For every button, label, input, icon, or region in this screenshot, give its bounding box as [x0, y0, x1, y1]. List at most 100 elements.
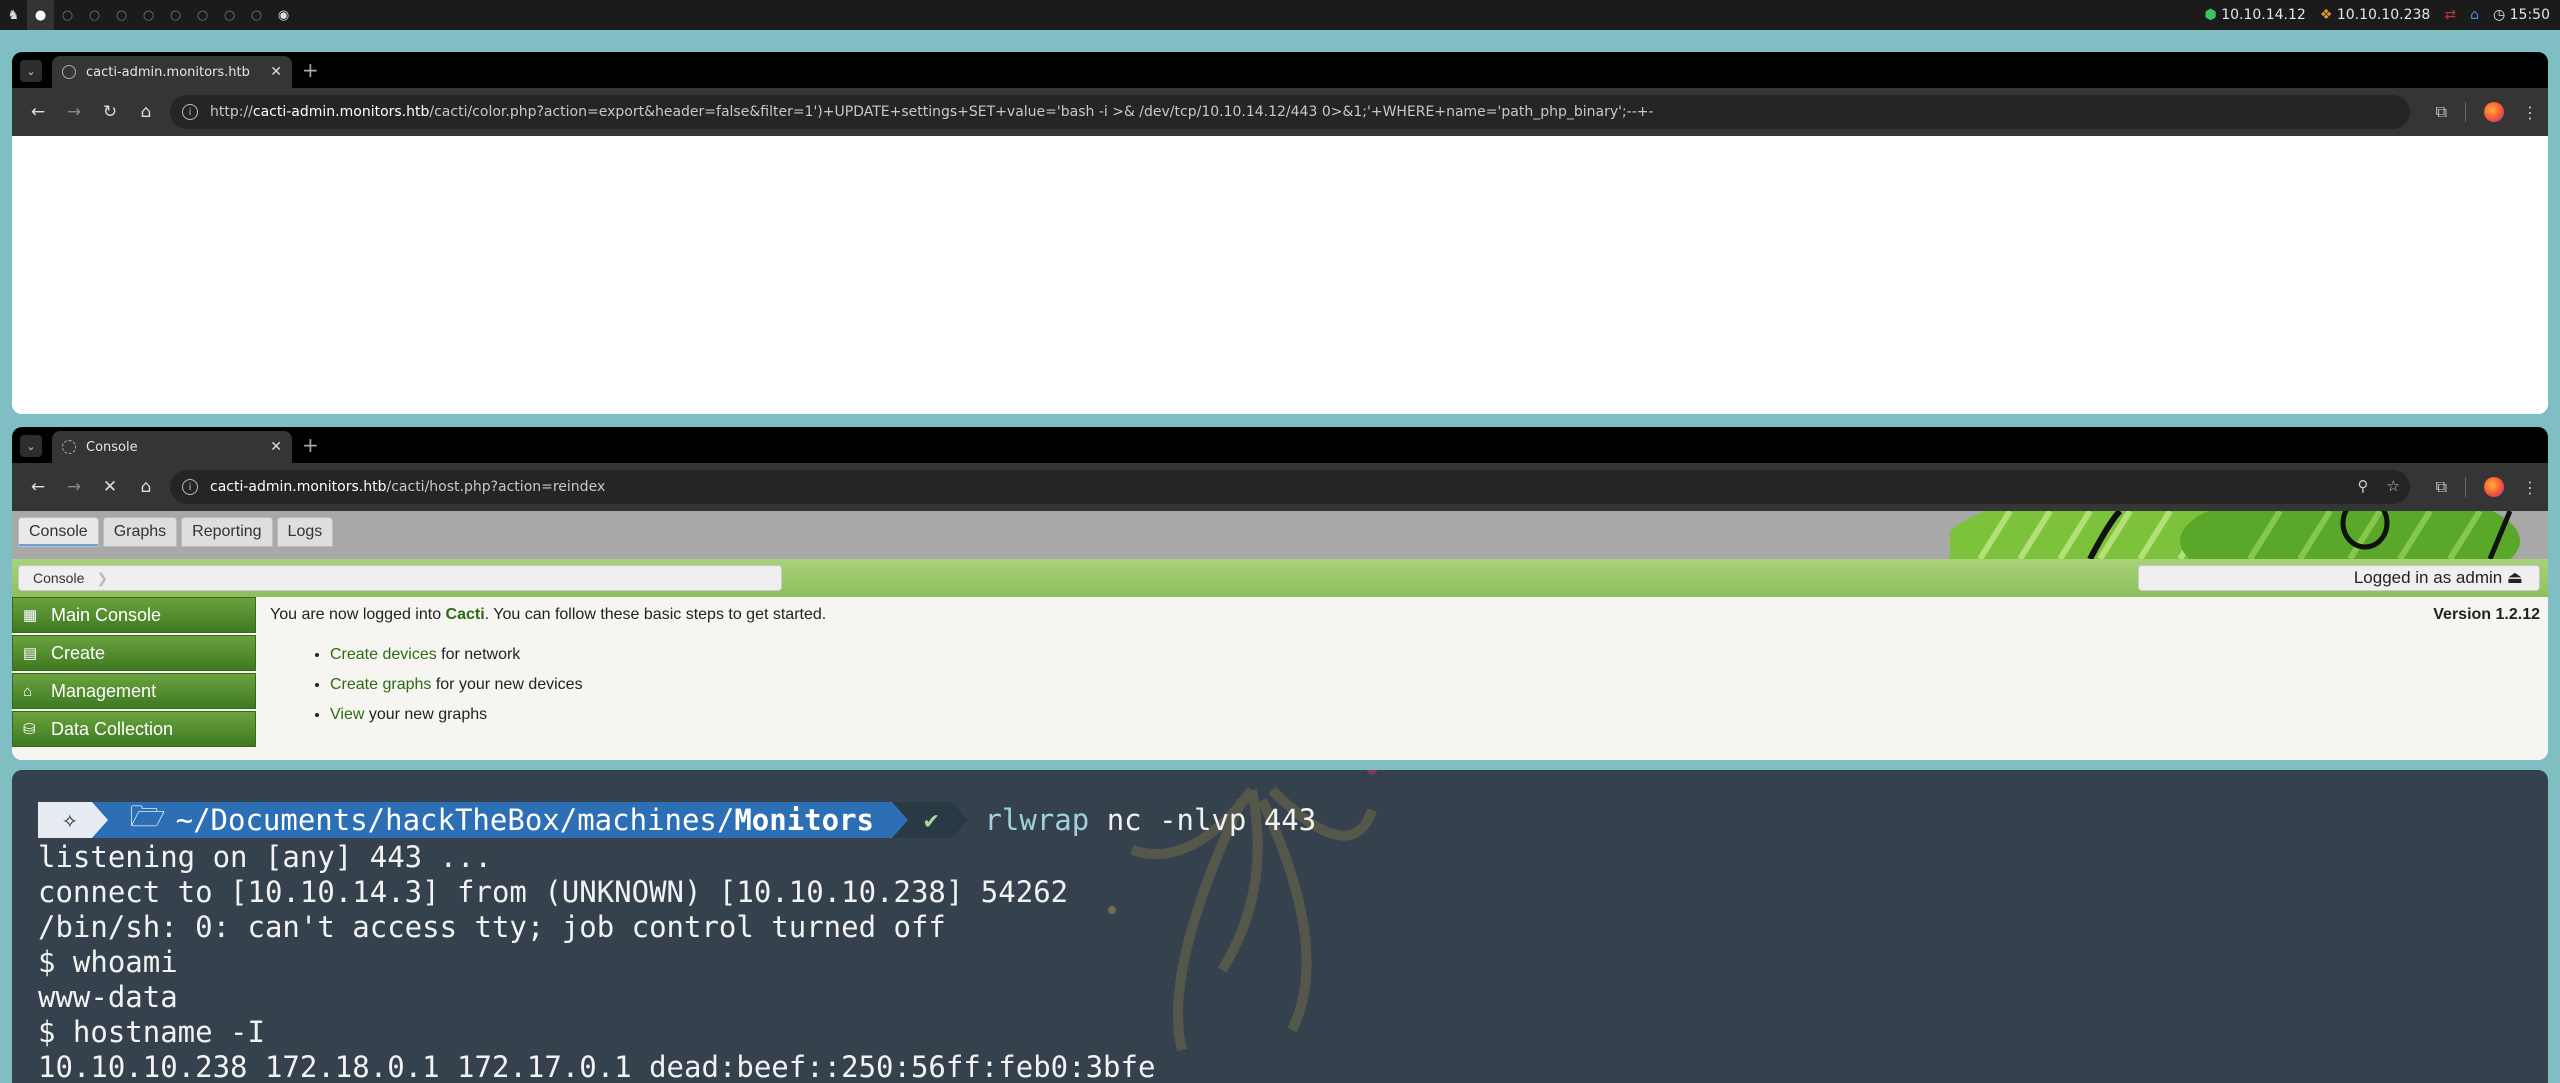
profile-icon[interactable] — [2484, 477, 2504, 497]
new-tab-icon[interactable]: + — [302, 433, 319, 457]
menu-dots-icon[interactable]: ⋮ — [2522, 478, 2538, 497]
prompt-arrow — [892, 802, 909, 838]
workspace-2[interactable]: ○ — [54, 0, 81, 30]
new-tab-icon[interactable]: + — [302, 58, 319, 82]
sidebar-item-data-collection[interactable]: ⛁ Data Collection — [12, 711, 256, 747]
workspace-switcher: ♞ ● ○ ○ ○ ○ ○ ○ ○ ○ ◉ — [0, 0, 297, 30]
tab-title: cacti-admin.monitors.htb — [86, 64, 250, 80]
browser-tab[interactable]: Console ✕ — [52, 431, 292, 463]
chevron-down-icon[interactable]: ⌄ — [20, 435, 42, 457]
home-button-icon[interactable]: ⌂ — [128, 94, 164, 130]
address-bar[interactable]: i http://cacti-admin.monitors.htb/cacti/… — [170, 95, 2410, 129]
address-bar[interactable]: i cacti-admin.monitors.htb/cacti/host.ph… — [170, 470, 2410, 504]
divider — [2465, 477, 2466, 497]
list-item: View your new graphs — [330, 706, 2540, 724]
sidebar-item-management[interactable]: ⌂ Management — [12, 673, 256, 709]
back-icon[interactable]: ← — [20, 94, 56, 130]
terminal-line: /bin/sh: 0: can't access tty; job contro… — [38, 910, 946, 944]
home-button-icon[interactable]: ⌂ — [128, 469, 164, 505]
stop-icon[interactable]: ✕ — [92, 469, 128, 505]
clock: ◷ 15:50 — [2492, 7, 2550, 23]
cacti-page: Console Graphs Reporting Logs Console ❯ L… — [12, 511, 2548, 760]
tab-reporting[interactable]: Reporting — [181, 517, 273, 547]
sidebar-item-create[interactable]: ▤ Create — [12, 635, 256, 671]
divider — [2465, 102, 2466, 122]
cacti-main: You are now logged into Cacti. You can f… — [270, 597, 2540, 736]
browser-window-exploit: ⌄ cacti-admin.monitors.htb ✕ + ← → ↻ ⌂ i… — [12, 52, 2548, 414]
browser-tab[interactable]: cacti-admin.monitors.htb ✕ — [52, 56, 292, 88]
workspace-3[interactable]: ○ — [81, 0, 108, 30]
site-info-icon[interactable]: i — [182, 479, 198, 495]
extensions-icon[interactable]: ⧉ — [2436, 477, 2447, 497]
tab-strip: ⌄ Console ✕ + — [12, 427, 2548, 463]
forward-icon[interactable]: → — [56, 94, 92, 130]
user-menu[interactable]: Logged in as admin ⏏ — [2138, 565, 2540, 591]
terminal-line: $ hostname -I — [38, 1015, 265, 1049]
tab-logs[interactable]: Logs — [276, 517, 334, 547]
breadcrumb[interactable]: Console ❯ — [18, 565, 782, 591]
folder-icon: 🗁 — [129, 798, 166, 833]
system-topbar: ♞ ● ○ ○ ○ ○ ○ ○ ○ ○ ◉ ⬢ 10.10.14.12 ❖ 10… — [0, 0, 2560, 30]
workspace-1[interactable]: ● — [27, 0, 54, 30]
workspace-7[interactable]: ○ — [189, 0, 216, 30]
workspace-10[interactable]: ◉ — [270, 0, 297, 30]
menu-icon[interactable]: ♞ — [0, 0, 27, 30]
cactus-logo — [1950, 511, 2520, 559]
cacti-tabs: Console Graphs Reporting Logs — [18, 517, 334, 547]
network-icon: ⇄ — [2444, 7, 2457, 23]
chevron-down-icon[interactable]: ⌄ — [20, 60, 42, 82]
terminal-window[interactable]: ✧ 🗁 ~/Documents/hackTheBox/machines/Monit… — [12, 770, 2548, 1083]
browser-toolbar: ← → ↻ ⌂ i http://cacti-admin.monitors.ht… — [12, 88, 2548, 136]
blank-page — [12, 136, 2548, 414]
loading-icon — [62, 440, 76, 454]
chevron-right-icon: ❯ — [96, 569, 109, 586]
target-icon: ❖ — [2319, 7, 2333, 23]
status-area: ⬢ 10.10.14.12 ❖ 10.10.10.238 ⇄ ⌂ ◷ 15:50 — [2205, 0, 2550, 30]
profile-icon[interactable] — [2484, 102, 2504, 122]
workspace-6[interactable]: ○ — [162, 0, 189, 30]
kali-dragon-icon: ✧ — [62, 805, 78, 835]
cacti-nav: Console Graphs Reporting Logs — [12, 511, 2548, 559]
back-icon[interactable]: ← — [20, 469, 56, 505]
breadcrumb-bar: Console ❯ Logged in as admin ⏏ — [12, 559, 2548, 597]
target-ip: ❖ 10.10.10.238 — [2319, 7, 2431, 23]
site-info-icon[interactable]: i — [182, 104, 198, 120]
workspace-5[interactable]: ○ — [135, 0, 162, 30]
tab-title: Console — [86, 439, 138, 455]
vpn-ip: ⬢ 10.10.14.12 — [2204, 7, 2306, 23]
create-devices-link[interactable]: Create devices — [330, 646, 437, 663]
tab-strip: ⌄ cacti-admin.monitors.htb ✕ + — [12, 52, 2548, 88]
prompt-path: 🗁 ~/Documents/hackTheBox/machines/Monitor… — [107, 799, 893, 838]
browser-toolbar: ← → ✕ ⌂ i cacti-admin.monitors.htb/cacti… — [12, 463, 2548, 511]
close-icon[interactable]: ✕ — [270, 439, 282, 455]
database-icon: ⛁ — [23, 721, 36, 738]
workspace-9[interactable]: ○ — [243, 0, 270, 30]
create-graphs-link[interactable]: Create graphs — [330, 676, 431, 693]
home-icon: ⌂ — [23, 682, 33, 700]
extensions-icon[interactable]: ⧉ — [2436, 102, 2447, 122]
terminal-line: 10.10.10.238 172.18.0.1 172.17.0.1 dead:… — [38, 1050, 1156, 1083]
terminal-line: connect to [10.10.14.3] from (UNKNOWN) [… — [38, 875, 1069, 909]
bookmark-star-icon[interactable]: ☆ — [2387, 477, 2400, 495]
sidebar-item-main-console[interactable]: ▦ Main Console — [12, 597, 256, 633]
browser-window-cacti: ⌄ Console ✕ + ← → ✕ ⌂ i cacti-admin.moni… — [12, 427, 2548, 760]
close-icon[interactable]: ✕ — [270, 64, 282, 80]
tab-console[interactable]: Console — [18, 517, 99, 547]
workspace-8[interactable]: ○ — [216, 0, 243, 30]
tab-graphs[interactable]: Graphs — [102, 517, 178, 547]
cacti-sidebar: ▦ Main Console ▤ Create ⌂ Management ⛁ Data … — [12, 597, 256, 749]
terminal-line: $ whoami — [38, 945, 178, 979]
welcome-text: You are now logged into Cacti. You can f… — [270, 606, 827, 623]
home-icon: ⌂ — [2470, 7, 2479, 23]
reload-icon[interactable]: ↻ — [92, 94, 128, 130]
view-graphs-link[interactable]: View — [330, 706, 364, 723]
forward-icon[interactable]: → — [56, 469, 92, 505]
zoom-icon[interactable]: ⚲ — [2358, 477, 2369, 495]
workspace-4[interactable]: ○ — [108, 0, 135, 30]
menu-dots-icon[interactable]: ⋮ — [2522, 103, 2538, 122]
version-label: Version 1.2.12 — [2433, 606, 2540, 623]
globe-icon — [62, 65, 76, 79]
prompt-arrow — [91, 802, 108, 838]
omnibox-actions: ⚲ ☆ — [2358, 477, 2400, 495]
toolbar-actions: ⧉ ⋮ — [2436, 88, 2538, 136]
